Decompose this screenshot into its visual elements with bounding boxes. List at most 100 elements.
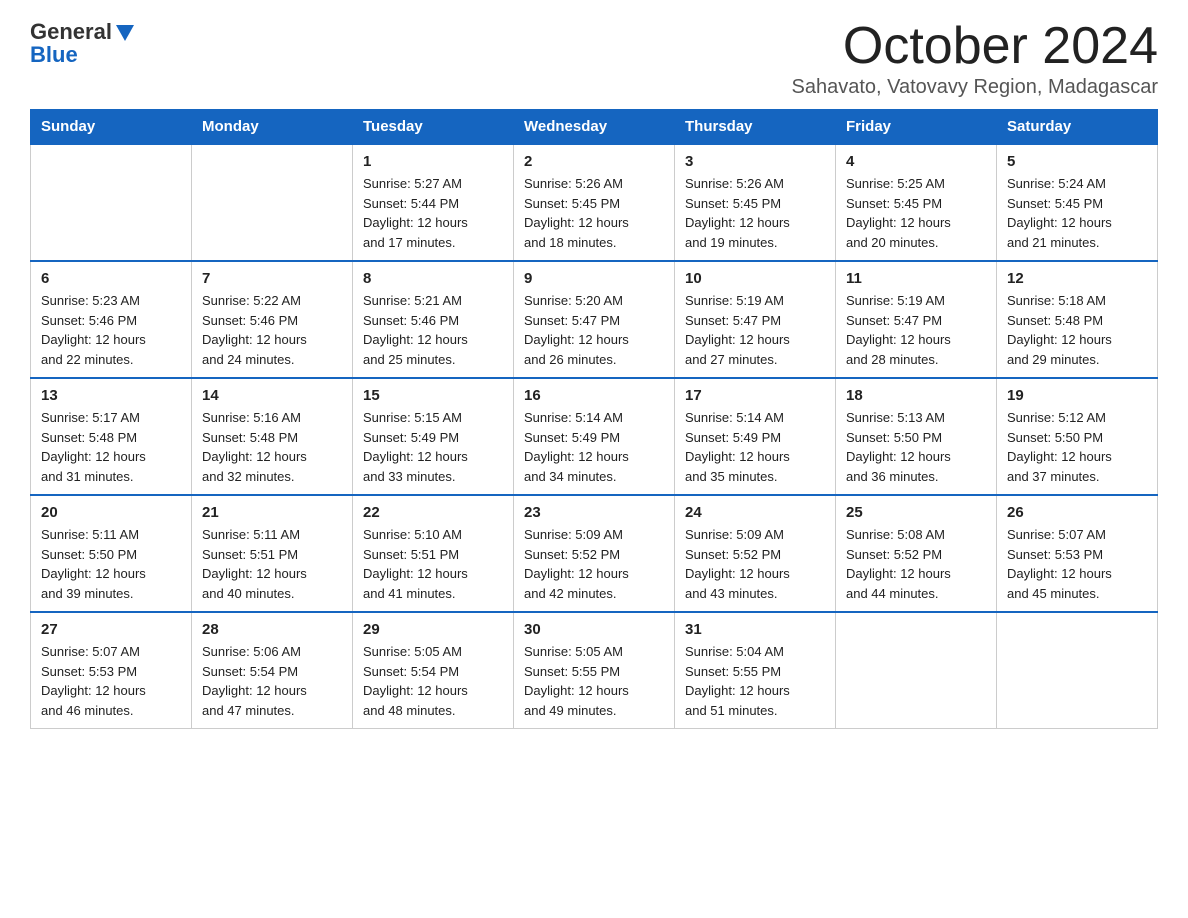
calendar-cell: 10 Sunrise: 5:19 AMSunset: 5:47 PMDayligh… [675,261,836,378]
day-number: 1 [363,153,503,170]
calendar-cell: 28Sunrise: 5:06 AMSunset: 5:54 PMDayligh… [192,612,353,729]
calendar-cell: 3Sunrise: 5:26 AMSunset: 5:45 PMDaylight… [675,144,836,261]
day-number: 7 [202,270,342,287]
day-number: 29 [363,621,503,638]
day-number: 16 [524,387,664,404]
calendar-cell: 15Sunrise: 5:15 AMSunset: 5:49 PMDayligh… [353,378,514,495]
calendar-cell: 9 Sunrise: 5:20 AMSunset: 5:47 PMDaylight… [514,261,675,378]
calendar-cell: 5 Sunrise: 5:24 AMSunset: 5:45 PMDaylight… [997,144,1158,261]
weekday-header-thursday: Thursday [675,110,836,145]
day-info: Sunrise: 5:09 AMSunset: 5:52 PMDaylight:… [524,525,664,603]
calendar-cell: 8 Sunrise: 5:21 AMSunset: 5:46 PMDaylight… [353,261,514,378]
day-number: 31 [685,621,825,638]
day-info: Sunrise: 5:26 AMSunset: 5:45 PMDaylight:… [685,174,825,252]
calendar-cell [997,612,1158,729]
title-block: October 2024 Sahavato, Vatovavy Region, … [791,20,1158,99]
day-number: 20 [41,504,181,521]
calendar-cell: 16 Sunrise: 5:14 AMSunset: 5:49 PMDayligh… [514,378,675,495]
weekday-header-monday: Monday [192,110,353,145]
day-info: Sunrise: 5:05 AMSunset: 5:54 PMDaylight:… [363,642,503,720]
day-number: 12 [1007,270,1147,287]
calendar-cell: 23 Sunrise: 5:09 AMSunset: 5:52 PMDayligh… [514,495,675,612]
calendar-cell: 11 Sunrise: 5:19 AMSunset: 5:47 PMDayligh… [836,261,997,378]
day-number: 21 [202,504,342,521]
day-number: 19 [1007,387,1147,404]
calendar-header-row: SundayMondayTuesdayWednesdayThursdayFrid… [31,110,1158,145]
day-number: 2 [524,153,664,170]
calendar-cell: 18 Sunrise: 5:13 AMSunset: 5:50 PMDayligh… [836,378,997,495]
day-info: Sunrise: 5:20 AMSunset: 5:47 PMDaylight:… [524,291,664,369]
page-header: General Blue October 2024 Sahavato, Vato… [30,20,1158,99]
calendar-cell: 30 Sunrise: 5:05 AMSunset: 5:55 PMDayligh… [514,612,675,729]
day-number: 8 [363,270,503,287]
day-number: 26 [1007,504,1147,521]
day-number: 10 [685,270,825,287]
weekday-header-friday: Friday [836,110,997,145]
day-number: 4 [846,153,986,170]
day-info: Sunrise: 5:24 AMSunset: 5:45 PMDaylight:… [1007,174,1147,252]
day-info: Sunrise: 5:19 AMSunset: 5:47 PMDaylight:… [685,291,825,369]
day-info: Sunrise: 5:14 AMSunset: 5:49 PMDaylight:… [685,408,825,486]
month-title: October 2024 [791,20,1158,72]
day-number: 18 [846,387,986,404]
day-info: Sunrise: 5:14 AMSunset: 5:49 PMDaylight:… [524,408,664,486]
calendar-cell: 24 Sunrise: 5:09 AMSunset: 5:52 PMDayligh… [675,495,836,612]
logo-general: General [30,20,112,44]
day-info: Sunrise: 5:22 AMSunset: 5:46 PMDaylight:… [202,291,342,369]
calendar-cell: 29 Sunrise: 5:05 AMSunset: 5:54 PMDayligh… [353,612,514,729]
calendar-cell: 19 Sunrise: 5:12 AMSunset: 5:50 PMDayligh… [997,378,1158,495]
day-info: Sunrise: 5:07 AMSunset: 5:53 PMDaylight:… [1007,525,1147,603]
day-info: Sunrise: 5:09 AMSunset: 5:52 PMDaylight:… [685,525,825,603]
calendar-cell: 1Sunrise: 5:27 AMSunset: 5:44 PMDaylight… [353,144,514,261]
calendar-cell: 4Sunrise: 5:25 AMSunset: 5:45 PMDaylight… [836,144,997,261]
day-info: Sunrise: 5:12 AMSunset: 5:50 PMDaylight:… [1007,408,1147,486]
day-number: 30 [524,621,664,638]
day-info: Sunrise: 5:08 AMSunset: 5:52 PMDaylight:… [846,525,986,603]
day-number: 11 [846,270,986,287]
day-info: Sunrise: 5:21 AMSunset: 5:46 PMDaylight:… [363,291,503,369]
day-number: 27 [41,621,181,638]
calendar-week-row: 27 Sunrise: 5:07 AMSunset: 5:53 PMDayligh… [31,612,1158,729]
calendar-cell: 21 Sunrise: 5:11 AMSunset: 5:51 PMDayligh… [192,495,353,612]
day-info: Sunrise: 5:26 AMSunset: 5:45 PMDaylight:… [524,174,664,252]
calendar-cell [836,612,997,729]
day-number: 14 [202,387,342,404]
day-info: Sunrise: 5:11 AMSunset: 5:51 PMDaylight:… [202,525,342,603]
day-info: Sunrise: 5:07 AMSunset: 5:53 PMDaylight:… [41,642,181,720]
calendar-cell [31,144,192,261]
day-info: Sunrise: 5:11 AMSunset: 5:50 PMDaylight:… [41,525,181,603]
calendar-cell: 14 Sunrise: 5:16 AMSunset: 5:48 PMDayligh… [192,378,353,495]
logo-blue: Blue [30,42,78,68]
weekday-header-tuesday: Tuesday [353,110,514,145]
day-info: Sunrise: 5:18 AMSunset: 5:48 PMDaylight:… [1007,291,1147,369]
day-number: 23 [524,504,664,521]
calendar-cell: 17 Sunrise: 5:14 AMSunset: 5:49 PMDayligh… [675,378,836,495]
calendar-cell: 2 Sunrise: 5:26 AMSunset: 5:45 PMDaylight… [514,144,675,261]
day-info: Sunrise: 5:06 AMSunset: 5:54 PMDaylight:… [202,642,342,720]
day-info: Sunrise: 5:19 AMSunset: 5:47 PMDaylight:… [846,291,986,369]
day-number: 9 [524,270,664,287]
day-info: Sunrise: 5:15 AMSunset: 5:49 PMDaylight:… [363,408,503,486]
day-info: Sunrise: 5:16 AMSunset: 5:48 PMDaylight:… [202,408,342,486]
calendar-week-row: 6Sunrise: 5:23 AMSunset: 5:46 PMDaylight… [31,261,1158,378]
day-info: Sunrise: 5:05 AMSunset: 5:55 PMDaylight:… [524,642,664,720]
calendar-cell: 7 Sunrise: 5:22 AMSunset: 5:46 PMDaylight… [192,261,353,378]
day-info: Sunrise: 5:17 AMSunset: 5:48 PMDaylight:… [41,408,181,486]
calendar-table: SundayMondayTuesdayWednesdayThursdayFrid… [30,109,1158,729]
day-number: 5 [1007,153,1147,170]
calendar-week-row: 20 Sunrise: 5:11 AMSunset: 5:50 PMDayligh… [31,495,1158,612]
day-info: Sunrise: 5:13 AMSunset: 5:50 PMDaylight:… [846,408,986,486]
day-info: Sunrise: 5:10 AMSunset: 5:51 PMDaylight:… [363,525,503,603]
calendar-week-row: 13 Sunrise: 5:17 AMSunset: 5:48 PMDayligh… [31,378,1158,495]
calendar-cell: 6Sunrise: 5:23 AMSunset: 5:46 PMDaylight… [31,261,192,378]
day-number: 13 [41,387,181,404]
calendar-cell: 26 Sunrise: 5:07 AMSunset: 5:53 PMDayligh… [997,495,1158,612]
day-number: 22 [363,504,503,521]
logo-triangle-icon [114,21,136,43]
calendar-cell: 31Sunrise: 5:04 AMSunset: 5:55 PMDayligh… [675,612,836,729]
day-number: 17 [685,387,825,404]
calendar-cell [192,144,353,261]
weekday-header-wednesday: Wednesday [514,110,675,145]
calendar-cell: 25Sunrise: 5:08 AMSunset: 5:52 PMDayligh… [836,495,997,612]
day-number: 24 [685,504,825,521]
